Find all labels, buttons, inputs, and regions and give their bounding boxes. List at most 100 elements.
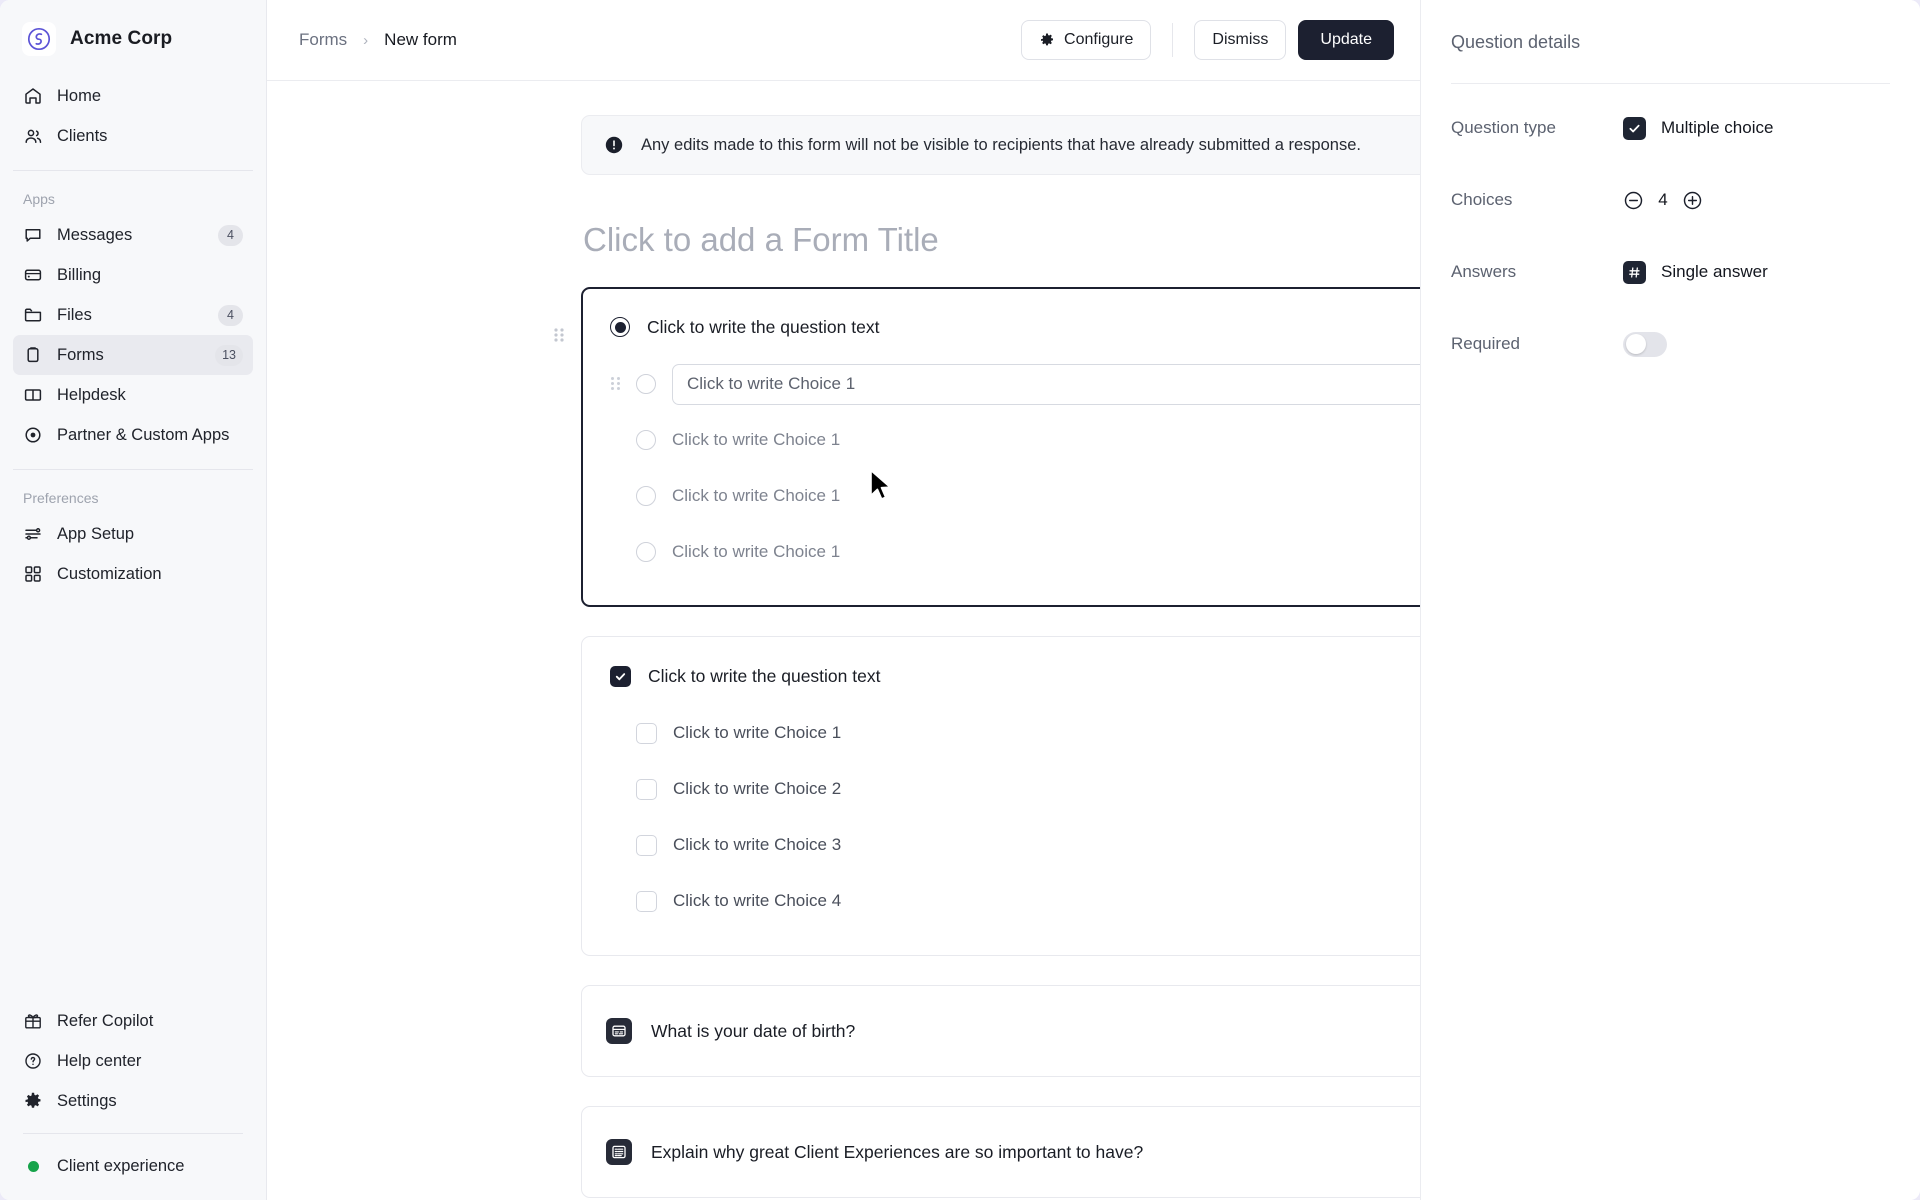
sidebar-divider-3 [23,1133,243,1134]
choice-checkbox-icon[interactable] [636,890,657,912]
drag-handle-icon[interactable] [552,325,566,345]
sidebar-item-messages[interactable]: Messages 4 [13,215,253,255]
sidebar-item-settings[interactable]: Settings [13,1081,253,1121]
gear-icon [23,1091,43,1111]
sidebar-item-helpdesk[interactable]: Helpdesk [13,375,253,415]
form-title-input[interactable]: Click to add a Form Title [583,221,1420,259]
choice-label[interactable]: Click to write Choice 1 [672,430,840,450]
choice-radio-icon[interactable] [636,374,656,394]
people-icon [23,126,43,146]
question-header: Click to write the question text [610,314,1420,340]
sidebar-item-billing[interactable]: Billing [13,255,253,295]
brand[interactable]: Acme Corp [0,0,266,76]
radio-icon[interactable] [610,317,630,337]
question-block: Explain why great Client Experiences are… [581,1106,1420,1198]
sidebar-item-forms[interactable]: Forms 13 [13,335,253,375]
required-toggle[interactable] [1623,331,1667,357]
answers-row: Answers Single answer [1451,244,1890,300]
choice-label[interactable]: Click to write Choice 1 [672,542,840,562]
choice-label[interactable]: Click to write Choice 1 [673,723,841,743]
question-details-panel: Question details Question type Multiple … [1420,0,1920,1200]
question-circle-icon [23,1051,43,1071]
long-text-field-icon [606,1139,632,1165]
copilot-logo-icon [22,22,56,56]
choice-radio-icon[interactable] [636,542,656,562]
choice-checkbox-icon[interactable] [636,778,657,800]
question-card-1[interactable]: Click to write the question text Click t… [581,287,1420,607]
sliders-icon [23,524,43,544]
choice-label[interactable]: Click to write Choice 1 [672,486,840,506]
question-card-2[interactable]: Click to write the question text * [581,636,1420,956]
sidebar-group-label-preferences: Preferences [23,490,99,506]
plus-circle-icon[interactable] [1682,190,1703,211]
sidebar-item-label: Files [57,305,92,324]
sidebar-bottom-group: Refer Copilot Help center Settings Clien… [0,1001,266,1190]
sidebar-item-app-setup[interactable]: App Setup [13,514,253,554]
sidebar-item-partner-custom-apps[interactable]: Partner & Custom Apps [13,415,253,455]
dismiss-button[interactable]: Dismiss [1194,20,1287,60]
required-value [1623,331,1667,357]
sidebar-item-label: Customization [57,564,162,583]
update-button-label: Update [1320,31,1372,48]
question-card-date[interactable]: What is your date of birth? * [581,985,1420,1077]
answers-label: Answers [1451,262,1517,281]
sidebar-item-client-experience[interactable]: Client experience [13,1146,253,1186]
choice-text-input[interactable] [672,363,1420,405]
update-button[interactable]: Update [1298,20,1394,60]
question-type-text: Multiple choice [1661,118,1774,137]
question-block: Click to write the question text * [581,636,1420,956]
breadcrumb-forms[interactable]: Forms [299,30,347,50]
sidebar-badge: 4 [218,304,243,326]
question-text[interactable]: Explain why great Client Experiences are… [651,1142,1420,1163]
question-card-longtext[interactable]: Explain why great Client Experiences are… [581,1106,1420,1198]
drag-handle-icon[interactable] [609,374,622,393]
choice-checkbox-icon[interactable] [636,722,657,744]
sidebar-item-help-center[interactable]: Help center [13,1041,253,1081]
question-text[interactable]: What is your date of birth? [651,1021,1420,1042]
minus-circle-icon[interactable] [1623,190,1644,211]
checkbox-icon[interactable] [610,665,631,687]
choices-row: Choices 4 [1451,172,1890,228]
panel-divider [1451,83,1890,84]
sidebar-item-label: Partner & Custom Apps [57,425,230,444]
sidebar-item-clients[interactable]: Clients [13,116,253,156]
question-type-value[interactable]: Multiple choice [1623,116,1774,140]
panel-title: Question details [1451,32,1581,52]
hash-icon [1623,260,1646,284]
choice-label[interactable]: Click to write Choice 4 [673,891,841,911]
choice-radio-icon[interactable] [636,430,656,450]
choice-row: Click to write Choice 1 [610,412,1420,468]
choice-label[interactable]: Click to write Choice 2 [673,779,841,799]
form-editor: Any edits made to this form will not be … [554,115,1420,1200]
choice-radio-icon[interactable] [636,486,656,506]
chat-bubble-icon [23,225,43,245]
answers-value[interactable]: Single answer [1623,260,1768,284]
question-text-input[interactable]: Click to write the question text [647,317,1420,338]
clipboard-icon [23,345,43,365]
topbar: Forms › New form Configure Dismiss Updat… [267,0,1420,81]
form-editor-scroll[interactable]: Any edits made to this form will not be … [267,81,1420,1200]
sidebar-divider-1 [13,170,253,171]
choice-checkbox-icon[interactable] [636,834,657,856]
book-icon [23,385,43,405]
sidebar-item-files[interactable]: Files 4 [13,295,253,335]
sidebar-badge: 13 [215,344,243,366]
sidebar-item-refer-copilot[interactable]: Refer Copilot [13,1001,253,1041]
sidebar-item-customization[interactable]: Customization [13,554,253,594]
breadcrumb-current: New form [384,30,457,49]
status-dot-icon [23,1156,43,1176]
sidebar-group-label-apps: Apps [23,191,55,207]
edit-notice-text: Any edits made to this form will not be … [641,135,1361,154]
question-header: What is your date of birth? * [606,1010,1420,1052]
sidebar-item-home[interactable]: Home [13,76,253,116]
sidebar-item-label: Forms [57,345,104,364]
credit-card-icon [23,265,43,285]
configure-button[interactable]: Configure [1021,20,1152,60]
answers-text: Single answer [1661,262,1768,281]
choice-row: Click to write Choice 1 [610,705,1420,761]
question-header: Click to write the question text * [610,663,1420,689]
question-type-label: Question type [1451,118,1556,137]
sidebar-item-label: Helpdesk [57,385,126,404]
choice-label[interactable]: Click to write Choice 3 [673,835,841,855]
question-text-input[interactable]: Click to write the question text [648,666,1420,687]
